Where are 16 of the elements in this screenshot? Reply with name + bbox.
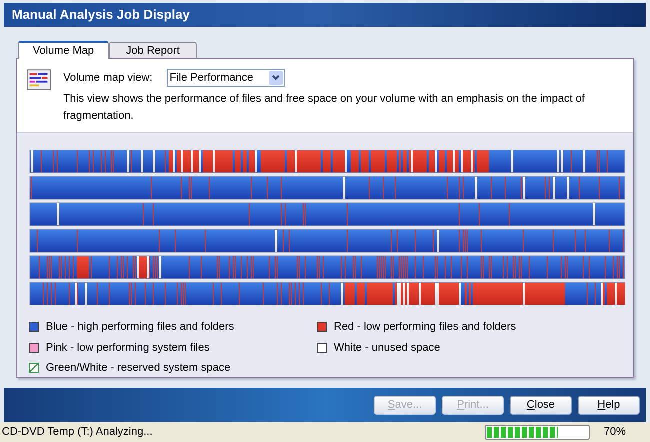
legend-label: White - unused space <box>334 340 440 356</box>
volume-map-icon <box>27 69 52 91</box>
legend-label: Green/White - reserved system space <box>46 361 231 376</box>
dialog-button[interactable]: Close <box>510 396 572 414</box>
tab[interactable]: Volume Map <box>18 41 110 59</box>
legend-label: Red - low performing files and folders <box>334 320 516 335</box>
progress-reading: 70% <box>603 425 628 440</box>
window-title: Manual Analysis Job Display <box>12 6 190 24</box>
view-description: This view shows the performance of files and free space on your volume with an emphasis on the impact of fragmentation. <box>63 92 586 124</box>
status-text: CD-DVD Temp (T:) Analyzing... <box>2 425 154 440</box>
legend-label: Pink - low performing system files <box>46 340 210 356</box>
tab[interactable]: Job Report <box>109 42 197 58</box>
view-dropdown[interactable]: File Performance <box>166 69 285 87</box>
legend-label: Blue - high performing files and folders <box>46 320 234 335</box>
view-label: Volume map view: <box>63 70 153 86</box>
dialog-button[interactable]: Help <box>578 396 640 414</box>
